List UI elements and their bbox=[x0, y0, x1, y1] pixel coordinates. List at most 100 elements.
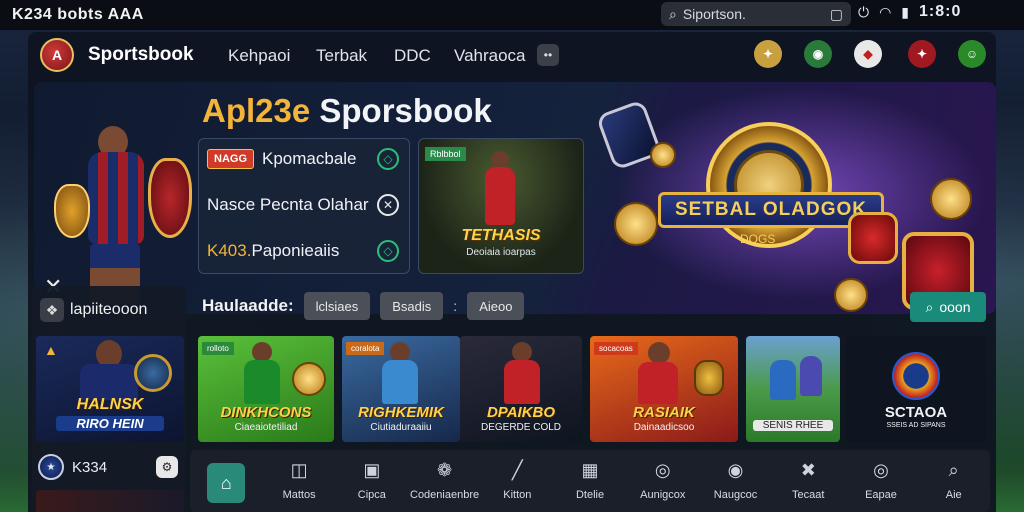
player-figure bbox=[485, 167, 515, 225]
bottom-dock: ⌂ ◫ Mattos ▣ Cipca ❁ Codeniaenbre ╱ Kitt… bbox=[190, 450, 990, 512]
offer-row[interactable]: K403. Paponieaiis ◇ bbox=[207, 237, 403, 265]
side-footer[interactable]: ★ K334 ⚙ bbox=[38, 454, 178, 480]
diamond-icon[interactable]: ◇ bbox=[377, 240, 399, 262]
tools-icon: ✖ bbox=[800, 460, 816, 480]
location-icon: ◎ bbox=[873, 460, 889, 480]
feature-title: TETHASIS bbox=[461, 227, 541, 244]
player-head bbox=[512, 342, 532, 362]
brand-name[interactable]: Sportsbook bbox=[88, 44, 194, 66]
player-head bbox=[252, 342, 272, 362]
game-tile[interactable]: socacoas RASIAIK Dainaadicsoo bbox=[590, 336, 738, 442]
nav-link-4[interactable]: Vahraoca bbox=[454, 46, 526, 66]
tile-tag: socacoas bbox=[594, 342, 638, 355]
coin-icon bbox=[930, 178, 972, 220]
grid-icon: ◫ bbox=[290, 460, 308, 480]
game-tile[interactable]: coralota RIGHKEMIK Ciutiaduraaiiu bbox=[342, 336, 460, 442]
shield-icon bbox=[134, 354, 172, 392]
side-next-card[interactable] bbox=[36, 490, 184, 512]
tile-title: DINKHCONS bbox=[220, 404, 312, 421]
dock-label: Dtelie bbox=[575, 489, 605, 501]
player-head bbox=[390, 342, 410, 362]
filter-chip[interactable]: Aieoo bbox=[467, 292, 525, 320]
offer-highlight: K403. bbox=[207, 241, 252, 260]
hero-banner: Apl23e Sporsbook ✕ NAGG Kpomacbale ◇ Nas… bbox=[34, 82, 996, 314]
settings-icon[interactable]: ⚙ bbox=[156, 456, 178, 478]
team-badge-4[interactable]: ✦ bbox=[908, 40, 936, 68]
leaf-icon: ❁ bbox=[437, 460, 453, 480]
power-icon: ⏻ bbox=[858, 3, 870, 20]
sportsbook-app: A Sportsbook Kehpaoi Terbak DDC Vahraoca… bbox=[28, 32, 996, 512]
offer-row[interactable]: NAGG Kpomacbale ◇ bbox=[207, 145, 403, 173]
feature-tag: Rblbbol bbox=[425, 147, 466, 161]
player-jersey bbox=[88, 152, 144, 244]
team-crest-icon: ★ bbox=[38, 454, 64, 480]
close-circle-icon[interactable]: ✕ bbox=[377, 194, 399, 216]
trophy-icon bbox=[694, 360, 724, 396]
player-figure bbox=[638, 362, 678, 404]
side-banner-title: HALNSK bbox=[76, 396, 144, 413]
filter-chip[interactable]: Bsadis bbox=[380, 292, 444, 320]
target-icon: ◎ bbox=[654, 460, 671, 480]
game-tile[interactable]: SCTAOA SSEIS AD SIPANS bbox=[846, 336, 986, 442]
home-icon: ⌂ bbox=[207, 463, 246, 503]
game-tile[interactable]: SENIS RHEE bbox=[746, 336, 840, 442]
team-badge-1[interactable]: ✦ bbox=[754, 40, 782, 68]
dock-label: Mattos bbox=[282, 489, 316, 501]
filter-chip[interactable]: lclsiaes bbox=[303, 292, 371, 320]
coin-icon bbox=[614, 202, 658, 246]
camera-icon: ▣ bbox=[363, 460, 381, 480]
top-nav: A Sportsbook Kehpaoi Terbak DDC Vahraoca… bbox=[28, 32, 996, 78]
nav-more-button[interactable]: •• bbox=[537, 44, 559, 66]
player-figure bbox=[770, 360, 796, 400]
search-icon: ⌕ bbox=[669, 5, 677, 22]
dock-item[interactable]: ◎ Eapae bbox=[845, 450, 918, 512]
side-footer-label: K334 bbox=[72, 458, 108, 476]
dock-label: Aie bbox=[945, 489, 962, 501]
nav-link-1[interactable]: Kehpaoi bbox=[228, 46, 290, 66]
tile-subtitle: SENIS RHEE bbox=[753, 420, 833, 431]
puzzle-icon: ❖ bbox=[40, 298, 64, 322]
team-badge-2[interactable]: ◉ bbox=[804, 40, 832, 68]
search-button[interactable]: ⌕ ooon bbox=[910, 292, 986, 322]
tile-subtitle: SSEIS AD SIPANS bbox=[886, 422, 946, 429]
coin-icon bbox=[650, 142, 676, 168]
dock-label: Tecaat bbox=[792, 489, 825, 501]
user-avatar[interactable]: ☺ bbox=[958, 40, 986, 68]
brand-mark-icon: ▲ bbox=[44, 342, 58, 358]
featured-game-card[interactable]: Rblbbol TETHASIS Deoiaia ioarpas bbox=[418, 138, 584, 274]
dock-item[interactable]: ◎ Aunigcox bbox=[626, 450, 699, 512]
offer-tag: NAGG bbox=[207, 149, 254, 169]
brand-logo[interactable]: A bbox=[40, 38, 74, 72]
game-tile[interactable]: DPAIKBO DEGERDE COLD bbox=[460, 336, 582, 442]
coin-icon bbox=[834, 278, 868, 312]
promo-emblem-art[interactable]: SETBAL OLADGOK DOGS bbox=[590, 82, 996, 314]
nav-link-3[interactable]: DDC bbox=[394, 46, 431, 66]
camera-icon[interactable]: ▢ bbox=[830, 6, 843, 23]
dock-item[interactable]: ▣ Cipca bbox=[335, 450, 408, 512]
dock-item[interactable]: ▦ Dtelie bbox=[554, 450, 627, 512]
dock-item[interactable]: ◫ Mattos bbox=[263, 450, 336, 512]
offer-row[interactable]: Nasce Pecnta Olahar ✕ bbox=[207, 191, 403, 219]
diamond-icon[interactable]: ◇ bbox=[377, 148, 399, 170]
search-icon: ⌕ bbox=[925, 298, 934, 315]
game-tile[interactable]: rolloto DINKHCONS Ciaeaiotetiliad bbox=[198, 336, 334, 442]
player-figure bbox=[504, 360, 540, 404]
dock-label: Eapae bbox=[865, 489, 897, 501]
dock-item[interactable]: ❁ Codeniaenbre bbox=[408, 450, 481, 512]
nav-link-2[interactable]: Terbak bbox=[316, 46, 367, 66]
system-search-field[interactable]: ⌕ Siportson. ▢ bbox=[661, 2, 851, 26]
tile-subtitle: Ciaeaiotetiliad bbox=[234, 422, 298, 433]
pen-icon: ╱ bbox=[511, 460, 523, 480]
dock-item[interactable]: ◉ Naugcoc bbox=[699, 450, 772, 512]
dock-item[interactable]: ⌕ Aie bbox=[917, 450, 990, 512]
dock-item[interactable]: ╱ Kitton bbox=[481, 450, 554, 512]
side-promo-banner[interactable]: ▲ HALNSK RIRO HEIN bbox=[36, 336, 184, 442]
dock-item[interactable]: ✖ Tecaat bbox=[772, 450, 845, 512]
tile-title: DPAIKBO bbox=[486, 404, 556, 421]
tile-title: RASIAIK bbox=[633, 404, 695, 421]
side-panel: ❖ lapiiteooon ▲ HALNSK RIRO HEIN ★ K334 … bbox=[32, 286, 186, 512]
team-badge-3[interactable]: ◆ bbox=[854, 40, 882, 68]
player-figure bbox=[244, 360, 280, 404]
dock-home[interactable]: ⌂ bbox=[190, 450, 263, 512]
shield-icon bbox=[848, 212, 898, 264]
